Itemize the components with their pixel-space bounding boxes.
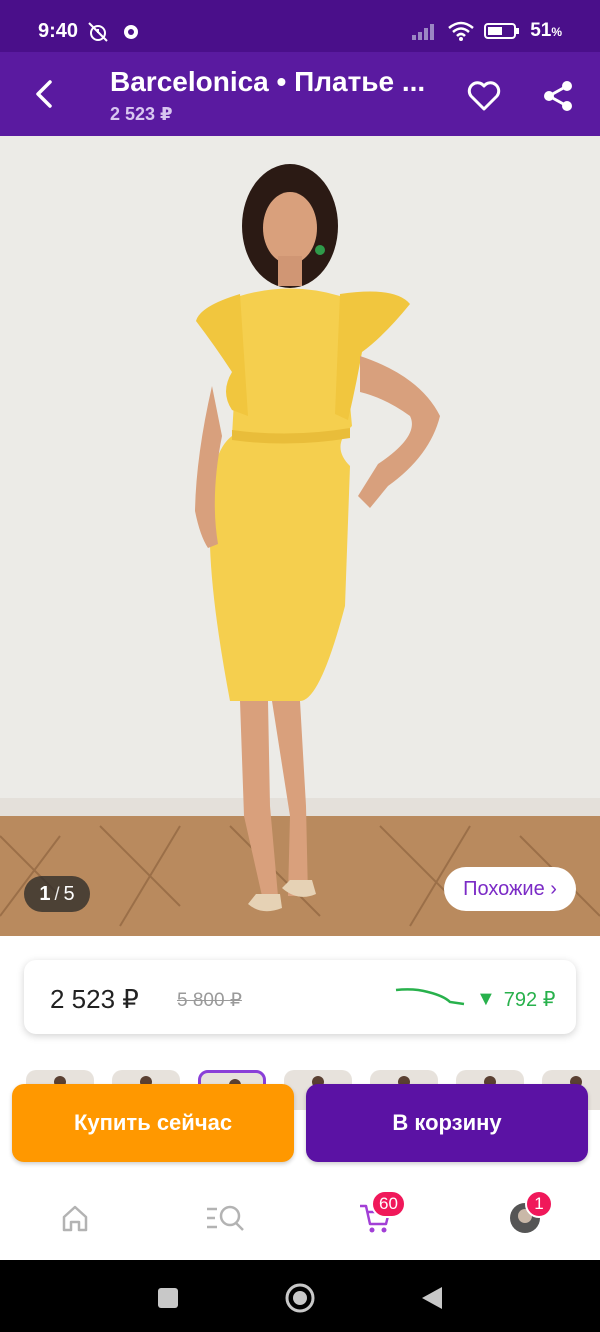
home-circle-icon bbox=[285, 1283, 315, 1313]
battery-value: 51 bbox=[530, 20, 552, 41]
home-system-button[interactable] bbox=[280, 1278, 320, 1318]
favorite-button[interactable] bbox=[462, 74, 506, 118]
header-price: 2 523 ₽ bbox=[110, 104, 173, 124]
nav-catalog[interactable] bbox=[200, 1196, 250, 1240]
product-photo bbox=[0, 136, 600, 936]
profile-badge: 1 bbox=[525, 1190, 553, 1218]
page-indicator: 1 / 5 bbox=[24, 876, 90, 912]
status-bar: 9:40 51% bbox=[0, 0, 600, 52]
product-image[interactable] bbox=[0, 136, 600, 936]
wifi-icon bbox=[448, 21, 474, 41]
recents-button[interactable] bbox=[148, 1278, 188, 1318]
back-button[interactable] bbox=[24, 74, 64, 114]
heart-icon bbox=[467, 81, 501, 111]
notification-icon bbox=[124, 25, 138, 39]
price-drop: ▼ 792 ₽ bbox=[476, 987, 555, 1012]
bottom-nav: 60 1 bbox=[0, 1176, 600, 1260]
total-pages: 5 bbox=[63, 882, 75, 905]
price-drop-arrow-icon: ▼ bbox=[476, 988, 496, 1010]
alarm-muted-icon bbox=[88, 22, 108, 42]
old-price: 5 800 ₽ bbox=[177, 990, 242, 1011]
similar-button[interactable]: Похожие › bbox=[444, 867, 576, 911]
home-icon bbox=[62, 1205, 88, 1232]
recents-icon bbox=[158, 1288, 178, 1308]
nav-home[interactable] bbox=[50, 1196, 100, 1240]
battery-percent: 51% bbox=[530, 20, 562, 42]
cart-badge: 60 bbox=[371, 1190, 406, 1218]
current-price: 2 523 ₽ bbox=[50, 984, 139, 1014]
back-arrow-icon bbox=[36, 80, 52, 108]
buy-now-button[interactable]: Купить сейчас bbox=[12, 1084, 294, 1162]
status-time: 9:40 bbox=[38, 20, 79, 42]
app-header: Barcelonica • Платье ... 2 523 ₽ bbox=[0, 52, 600, 136]
price-card[interactable]: 2 523 ₽ 5 800 ₽ ▼ 792 ₽ bbox=[24, 960, 576, 1034]
share-button[interactable] bbox=[536, 74, 580, 118]
add-to-cart-button[interactable]: В корзину bbox=[306, 1084, 588, 1162]
system-nav-bar bbox=[0, 1260, 600, 1332]
back-triangle-icon bbox=[422, 1287, 442, 1309]
product-title: Barcelonica • Платье ... bbox=[110, 66, 426, 97]
price-history-graph bbox=[395, 988, 465, 1006]
battery-icon bbox=[484, 23, 520, 39]
status-icons-left bbox=[86, 20, 140, 44]
status-icons-right: 51% bbox=[412, 20, 562, 42]
back-system-button[interactable] bbox=[412, 1278, 452, 1318]
page-separator: / bbox=[54, 883, 60, 904]
share-icon bbox=[544, 81, 572, 111]
price-drop-value: 792 ₽ bbox=[503, 989, 556, 1011]
battery-unit: % bbox=[551, 25, 562, 39]
catalog-search-icon bbox=[207, 1205, 244, 1231]
signal-icon bbox=[412, 24, 435, 40]
current-page: 1 bbox=[39, 882, 51, 905]
